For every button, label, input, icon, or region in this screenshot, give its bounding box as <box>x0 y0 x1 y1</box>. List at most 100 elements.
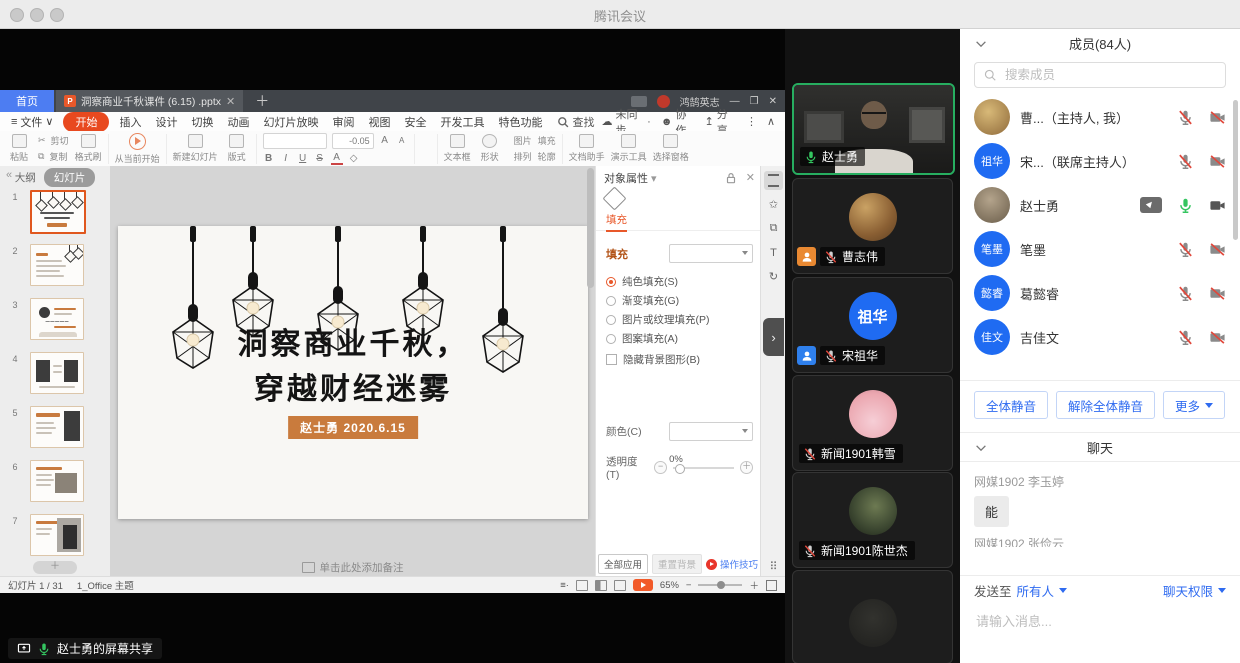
video-tile-hanxue[interactable]: 新闻1901韩雪 <box>792 375 953 471</box>
search-input[interactable] <box>1003 67 1217 83</box>
menu-devtools[interactable]: 开发工具 <box>433 113 491 131</box>
font-color-button[interactable]: A <box>331 152 343 165</box>
message-input[interactable] <box>974 613 1230 630</box>
present-tools-button[interactable]: 演示工具 <box>611 134 647 163</box>
screen-share-banner[interactable]: 赵士勇的屏幕共享 <box>8 638 162 659</box>
apply-all-button[interactable]: 全部应用 <box>598 554 648 574</box>
member-row[interactable]: 佳文 吉佳文 <box>960 315 1240 359</box>
zoom-level[interactable]: 65% <box>660 580 679 591</box>
video-tile-caozhiwei[interactable]: 曹志伟 <box>792 178 953 274</box>
mute-all-button[interactable]: 全体静音 <box>974 391 1048 419</box>
zoom-in-icon[interactable]: ＋ <box>749 578 759 592</box>
animation-star-icon[interactable]: ✩ <box>764 195 783 214</box>
zoom-out-icon[interactable]: − <box>686 580 692 591</box>
camera-muted-icon[interactable] <box>1209 153 1226 170</box>
video-tile-songzuhua[interactable]: 祖华 宋祖华 <box>792 277 953 373</box>
wps-home-tab[interactable]: 首页 <box>0 90 54 112</box>
cut-button[interactable]: ✂ 剪切 <box>38 134 69 147</box>
menu-security[interactable]: 安全 <box>397 113 433 131</box>
properties-strip-icon[interactable] <box>764 171 783 190</box>
play-from-current-button[interactable]: 从当前开始 <box>115 133 160 165</box>
rotate-strip-icon[interactable]: ↻ <box>764 267 783 286</box>
slide-thumbnail-2[interactable]: 2 <box>0 244 110 294</box>
new-tab-button[interactable]: ＋ <box>243 90 281 112</box>
menu-features[interactable]: 特色功能 <box>491 113 549 131</box>
menu-slideshow[interactable]: 幻灯片放映 <box>256 113 325 131</box>
chevron-down-icon[interactable] <box>974 441 988 455</box>
fullscreen-icon[interactable] <box>766 580 777 591</box>
menu-review[interactable]: 审阅 <box>325 113 361 131</box>
solid-fill-option[interactable]: 纯色填充(S) <box>606 274 678 289</box>
mic-muted-icon[interactable] <box>1177 285 1194 302</box>
text-effects-button[interactable]: ◇ <box>348 153 360 164</box>
member-search-box[interactable] <box>974 62 1226 88</box>
arrange-button[interactable]: 排列 <box>509 150 532 163</box>
opacity-minus-button[interactable]: − <box>654 461 667 474</box>
menu-design[interactable]: 设计 <box>148 113 184 131</box>
shapes-strip-icon[interactable]: ⧉ <box>764 219 783 238</box>
notes-toggle-icon[interactable]: ≡· <box>560 580 569 591</box>
camera-on-icon[interactable] <box>1209 197 1226 214</box>
mic-muted-icon[interactable] <box>1177 109 1194 126</box>
fill-button[interactable]: 填充 <box>538 134 556 147</box>
hide-background-checkbox[interactable]: 隐藏背景图形(B) <box>606 352 700 367</box>
collapse-ribbon-icon[interactable]: ∧ <box>767 115 775 128</box>
text-box-button[interactable]: 文本框 <box>444 134 471 163</box>
fill-tab[interactable]: 填充 <box>606 212 627 232</box>
video-tile-zhaoshiyong[interactable]: 赵士勇 <box>792 83 955 175</box>
picture-button[interactable]: 图片 <box>509 134 532 147</box>
member-row-host[interactable]: 曹...（主持人, 我） <box>960 95 1240 139</box>
chat-messages[interactable]: 网媒1902 李玉婷 能 网媒1902 张俭云 可以 <box>960 461 1240 547</box>
camera-muted-icon[interactable] <box>1209 285 1226 302</box>
mic-muted-icon[interactable] <box>1177 153 1194 170</box>
close-panel-icon[interactable]: ✕ <box>746 171 755 185</box>
doc-assistant-button[interactable]: 文档助手 <box>569 134 605 163</box>
member-row[interactable]: 笔墨 笔墨 <box>960 227 1240 271</box>
chat-input-area[interactable] <box>960 603 1240 663</box>
mic-muted-icon[interactable] <box>1177 329 1194 346</box>
canvas-scrollbar[interactable] <box>587 168 594 288</box>
chat-permission-selector[interactable]: 聊天权限 <box>1163 581 1213 600</box>
color-dropdown[interactable] <box>669 422 753 441</box>
tips-link[interactable]: 操作技巧 <box>706 557 758 571</box>
font-name-box[interactable] <box>263 133 327 149</box>
format-painter-button[interactable]: 格式刷 <box>75 134 102 163</box>
menu-start[interactable]: 开始 <box>63 112 109 132</box>
strikethrough-button[interactable]: S <box>314 153 326 164</box>
member-row-presenter[interactable]: 赵士勇 <box>960 183 1240 227</box>
camera-muted-icon[interactable] <box>1209 329 1226 346</box>
menu-file[interactable]: ≡ 文件 ∨ <box>4 113 60 131</box>
video-tile-chenshijie[interactable]: 新闻1901陈世杰 <box>792 472 953 568</box>
mic-on-icon[interactable] <box>1177 197 1194 214</box>
video-tile-partial[interactable] <box>792 570 953 663</box>
slide-thumbnail-7[interactable]: 7 <box>0 514 110 564</box>
reading-view-icon[interactable] <box>614 580 626 591</box>
send-to-selector[interactable]: 所有人 <box>1017 581 1055 600</box>
notes-bar[interactable]: 单击此处添加备注 <box>110 557 595 577</box>
italic-button[interactable]: I <box>280 153 292 164</box>
gradient-fill-option[interactable]: 渐变填充(G) <box>606 293 679 308</box>
paste-button[interactable]: 粘贴 <box>6 134 32 163</box>
expand-panel-tab[interactable]: › <box>763 318 784 356</box>
slide-thumbnail-4[interactable]: 4 <box>0 352 110 402</box>
member-list-scrollbar[interactable] <box>1233 100 1238 240</box>
slideshow-play-button[interactable] <box>633 579 653 591</box>
slide-thumbnail-5[interactable]: 5 <box>0 406 110 456</box>
shapes-button[interactable]: 形状 <box>477 134 503 163</box>
zoom-slider[interactable] <box>698 584 742 586</box>
layout-button[interactable]: 版式 <box>224 134 250 163</box>
menu-insert[interactable]: 插入 <box>112 113 148 131</box>
grid-strip-icon[interactable]: ⠿ <box>761 560 786 573</box>
member-row-cohost[interactable]: 祖华 宋...（联席主持人） <box>960 139 1240 183</box>
slide-canvas[interactable]: 洞察商业千秋， 穿越财经迷雾 赵士勇 2020.6.15 单击此处添加备注 <box>110 166 595 577</box>
normal-view-icon[interactable] <box>576 580 588 591</box>
menu-view[interactable]: 视图 <box>361 113 397 131</box>
unmute-all-button[interactable]: 解除全体静音 <box>1056 391 1155 419</box>
grow-font-button[interactable]: A <box>379 135 391 146</box>
collapse-panel-icon[interactable]: « <box>6 169 12 181</box>
chevron-down-icon[interactable] <box>974 37 988 51</box>
select-pane-button[interactable]: 选择窗格 <box>653 134 689 163</box>
mic-muted-icon[interactable] <box>1177 241 1194 258</box>
member-row[interactable]: 懿睿 葛懿睿 <box>960 271 1240 315</box>
properties-caret-icon[interactable]: ▾ <box>651 172 657 185</box>
